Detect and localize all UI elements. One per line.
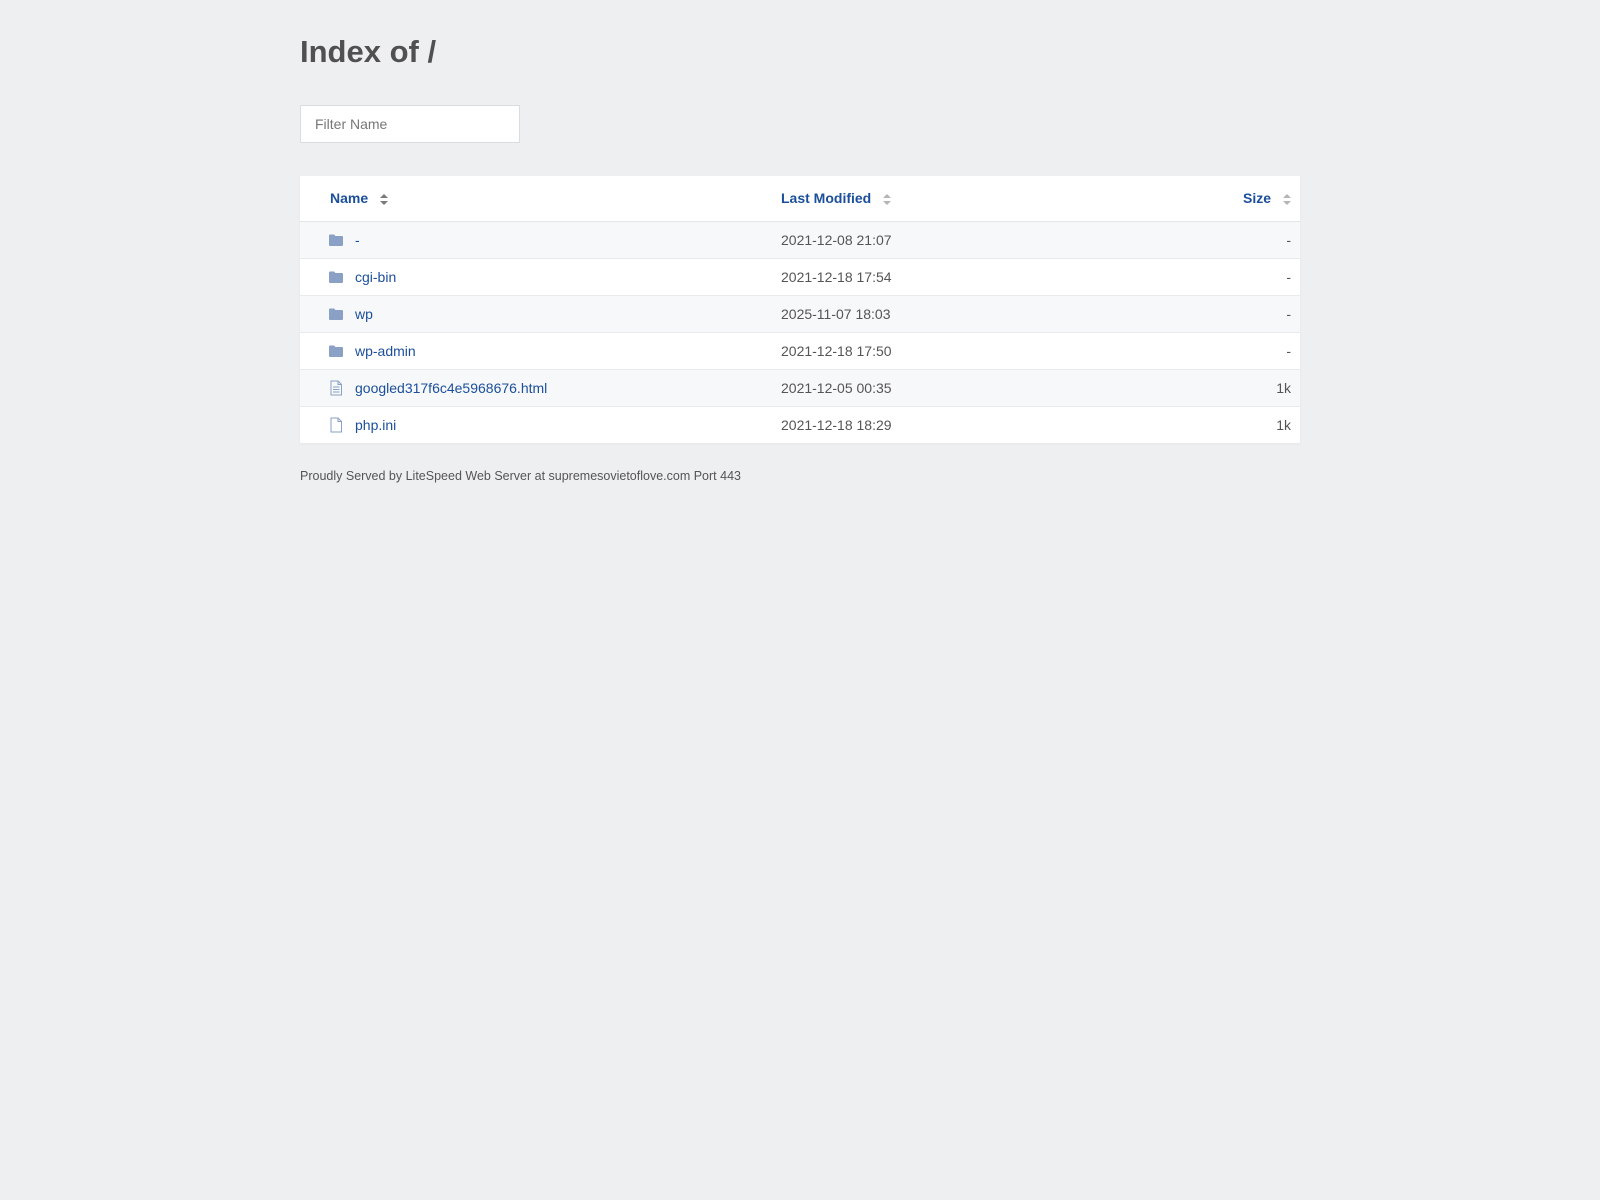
last-modified-column-header[interactable]: Last Modified — [781, 190, 892, 206]
size-column-header[interactable]: Size — [1243, 190, 1291, 206]
file-link[interactable]: - — [355, 232, 360, 248]
file-link[interactable]: cgi-bin — [355, 269, 396, 285]
file-link[interactable]: wp-admin — [355, 343, 416, 359]
folder-icon — [329, 308, 343, 320]
file-link[interactable]: wp — [355, 306, 373, 322]
last-modified-value: 2025-11-07 18:03 — [781, 306, 891, 322]
page-title: Index of / — [300, 34, 437, 69]
last-modified-value: 2021-12-18 17:50 — [781, 343, 892, 359]
size-value: 1k — [1276, 380, 1291, 396]
sort-icon — [1283, 193, 1291, 205]
last-modified-column-label: Last Modified — [781, 190, 872, 206]
table-row: - 2021-12-08 21:07 - — [300, 222, 1300, 259]
folder-icon — [329, 234, 343, 246]
size-value: 1k — [1276, 417, 1291, 433]
size-column-label: Size — [1242, 190, 1271, 206]
sort-icon — [380, 193, 389, 205]
table-row: php.ini 2021-12-18 18:29 1k — [300, 407, 1300, 443]
table-row: wp-admin 2021-12-18 17:50 - — [300, 333, 1300, 370]
sort-icon — [883, 193, 892, 205]
last-modified-value: 2021-12-05 00:35 — [781, 380, 892, 396]
name-column-label: Name — [330, 190, 369, 206]
text-file-icon — [330, 380, 342, 396]
table-row: googled317f6c4e5968676.html 2021-12-05 0… — [300, 370, 1300, 407]
server-footer: Proudly Served by LiteSpeed Web Server a… — [300, 469, 741, 483]
size-value: - — [1286, 343, 1291, 359]
last-modified-value: 2021-12-08 21:07 — [781, 232, 892, 248]
size-value: - — [1286, 306, 1291, 322]
file-icon — [330, 417, 342, 433]
table-header: Name Last Modified Size — [300, 176, 1300, 222]
size-value: - — [1286, 232, 1291, 248]
file-link[interactable]: php.ini — [355, 417, 396, 433]
name-column-header[interactable]: Name — [330, 190, 389, 206]
folder-icon — [329, 345, 343, 357]
last-modified-value: 2021-12-18 18:29 — [781, 417, 892, 433]
file-link[interactable]: googled317f6c4e5968676.html — [355, 380, 547, 396]
table-row: cgi-bin 2021-12-18 17:54 - — [300, 259, 1300, 296]
table-row: wp 2025-11-07 18:03 - — [300, 296, 1300, 333]
file-listing-table: Name Last Modified Size - 2021-12-08 21:… — [300, 176, 1300, 443]
filter-name-input[interactable] — [300, 105, 520, 143]
last-modified-value: 2021-12-18 17:54 — [781, 269, 892, 285]
size-value: - — [1286, 269, 1291, 285]
folder-icon — [329, 271, 343, 283]
